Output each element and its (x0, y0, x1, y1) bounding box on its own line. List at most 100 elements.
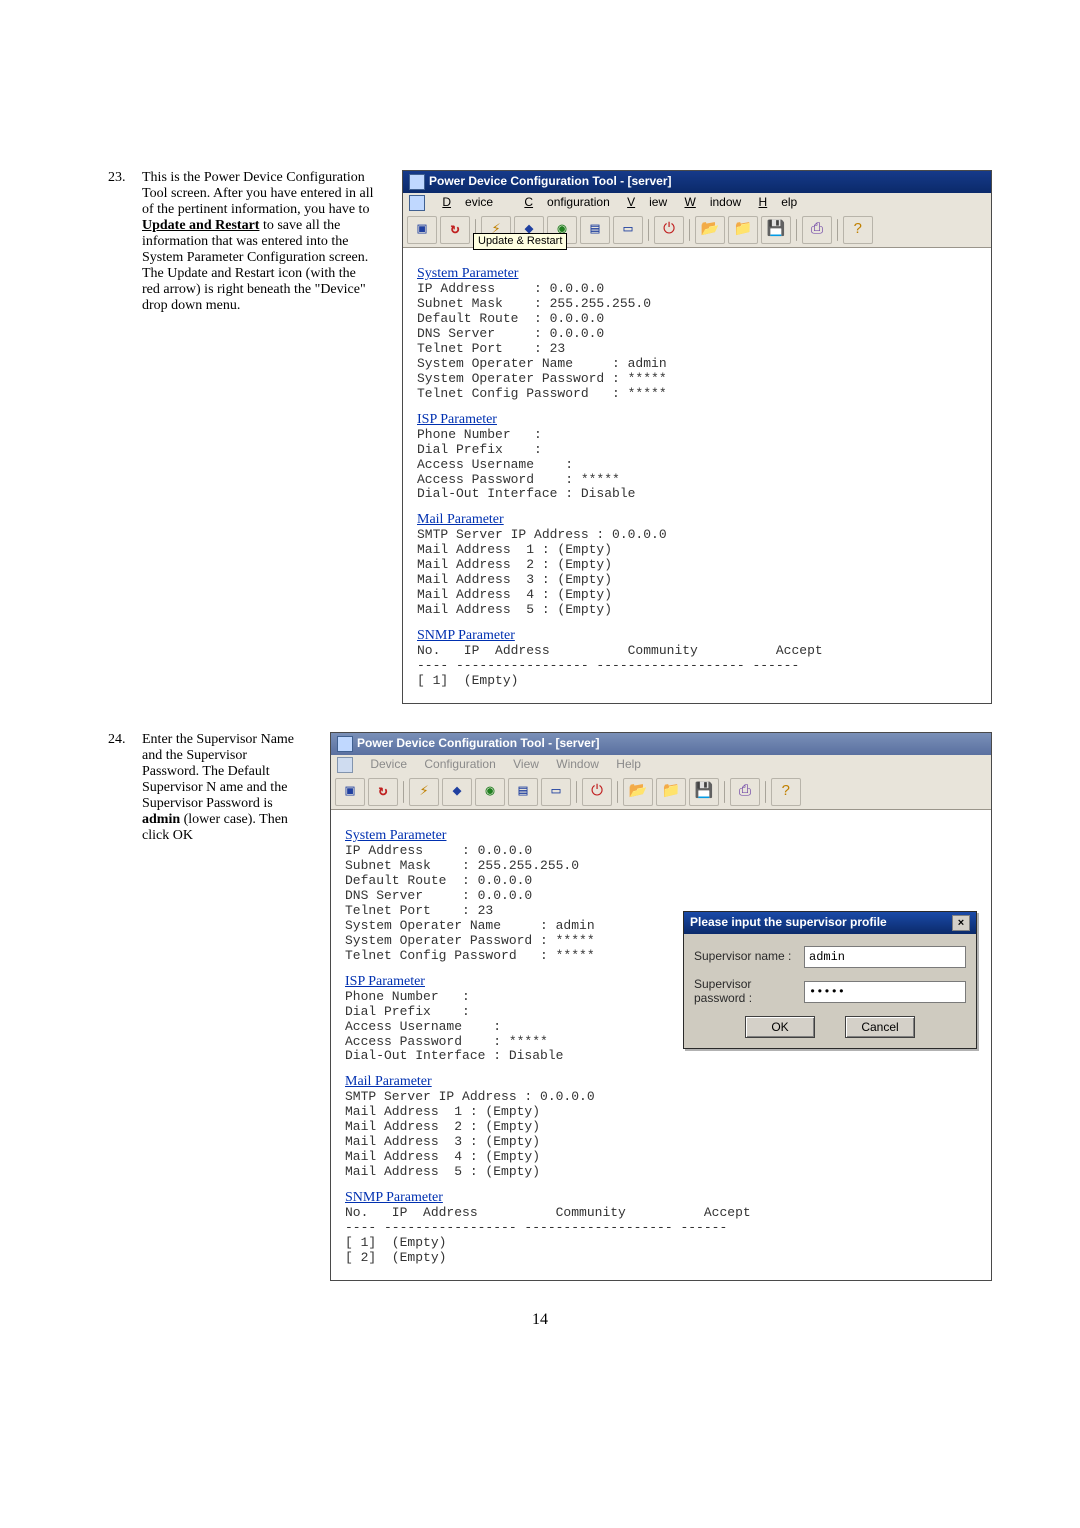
screen-icon: ▣ (345, 783, 354, 800)
diamond-icon: ◆ (452, 783, 461, 800)
mail-4-2: Mail Address 4 : (Empty) (345, 1150, 977, 1165)
doc-icon: ▤ (518, 783, 527, 800)
toolbar2-btn-2[interactable]: ↻ (368, 778, 398, 806)
supervisor-name-input[interactable] (804, 946, 966, 968)
toolbar-btn-print[interactable]: ⎙ (802, 216, 832, 244)
toolbar-btn-help[interactable]: ? (843, 216, 873, 244)
mail-smtp-2: SMTP Server IP Address : 0.0.0.0 (345, 1090, 977, 1105)
page-number: 14 (0, 1311, 1080, 1329)
monitor-icon: ▭ (623, 221, 632, 238)
snmp-cols: No. IP Address Community Accept (417, 644, 977, 659)
isp-user: Access Username : (417, 458, 977, 473)
toolbar2-btn-3[interactable]: ⚡ (409, 778, 439, 806)
dialog-close-button[interactable]: × (952, 915, 970, 931)
supervisor-dialog: Please input the supervisor profile × Su… (683, 911, 977, 1049)
system-ip: IP Address : 0.0.0.0 (417, 282, 977, 297)
system-dns: DNS Server : 0.0.0.0 (417, 327, 977, 342)
toolbar2-btn-help[interactable]: ? (771, 778, 801, 806)
window-titlebar: Power Device Configuration Tool - [serve… (403, 171, 991, 193)
isp-dialout-2: Dial-Out Interface : Disable (345, 1049, 977, 1064)
toolbar-btn-open[interactable]: 📂 (695, 216, 725, 244)
screen-icon: ▣ (417, 221, 426, 238)
content-area-1: System Parameter IP Address : 0.0.0.0 Su… (403, 248, 991, 703)
toolbar2-btn-open[interactable]: 📂 (623, 778, 653, 806)
toolbar2-btn-6[interactable]: ▤ (508, 778, 538, 806)
ok-button[interactable]: OK (745, 1016, 815, 1038)
save-icon: 💾 (695, 783, 714, 800)
menu-device[interactable]: Device (442, 195, 507, 209)
snmp-div-2: ---- ----------------- -----------------… (345, 1221, 977, 1236)
toolbar-separator-3 (689, 219, 690, 241)
globe-icon: ◉ (485, 783, 494, 800)
toolbar2-btn-1[interactable]: ▣ (335, 778, 365, 806)
menu-window[interactable]: Window (684, 195, 741, 209)
mail-parameter-header-2: Mail Parameter (345, 1074, 977, 1090)
screenshot-23-window: Power Device Configuration Tool - [serve… (402, 170, 992, 704)
toolbar-btn-7[interactable]: ▭ (613, 216, 643, 244)
toolbar-btn-6[interactable]: ▤ (580, 216, 610, 244)
toolbar-separator-2 (648, 219, 649, 241)
menu-window-2: Window (556, 757, 599, 771)
step24-text-before: Enter the Supervisor Name and the Superv… (142, 732, 294, 811)
mail-2: Mail Address 2 : (Empty) (417, 558, 977, 573)
toolbar-btn-save[interactable]: 💾 (761, 216, 791, 244)
snmp-parameter-header: SNMP Parameter (417, 628, 977, 644)
toolbar2-sep-4 (724, 781, 725, 803)
snmp-row-1-2: [ 1] (Empty) (345, 1236, 977, 1251)
toolbar2-sep-5 (765, 781, 766, 803)
system-dns-2: DNS Server : 0.0.0.0 (345, 889, 977, 904)
toolbar-btn-1[interactable]: ▣ (407, 216, 437, 244)
step23-text: This is the Power Device Configuration T… (142, 170, 374, 314)
lightning-icon: ⚡ (419, 783, 428, 800)
isp-prefix: Dial Prefix : (417, 443, 977, 458)
mail-3-2: Mail Address 3 : (Empty) (345, 1135, 977, 1150)
printer-icon: ⎙ (739, 783, 751, 800)
folder-open-icon: 📂 (629, 783, 648, 800)
toolbar-btn-close[interactable]: 📁 (728, 216, 758, 244)
dialog-body: Supervisor name : Supervisor password : … (684, 934, 976, 1048)
toolbar2-btn-5[interactable]: ◉ (475, 778, 505, 806)
mail-1-2: Mail Address 1 : (Empty) (345, 1105, 977, 1120)
supervisor-pass-input[interactable] (804, 981, 966, 1003)
update-restart-tooltip: Update & Restart (473, 233, 567, 250)
snmp-row-2-2: [ 2] (Empty) (345, 1251, 977, 1266)
supervisor-name-label: Supervisor name : (694, 950, 804, 964)
printer-icon: ⎙ (811, 221, 823, 238)
help-icon: ? (781, 783, 790, 800)
toolbar2-btn-save[interactable]: 💾 (689, 778, 719, 806)
toolbar-btn-update-restart[interactable]: ↻ (440, 216, 470, 244)
toolbar2-btn-close[interactable]: 📁 (656, 778, 686, 806)
system-telnet-port: Telnet Port : 23 (417, 342, 977, 357)
folder-icon: 📁 (734, 221, 753, 238)
system-operator-name: System Operater Name : admin (417, 357, 977, 372)
mail-smtp: SMTP Server IP Address : 0.0.0.0 (417, 528, 977, 543)
toolbar2-btn-7[interactable]: ▭ (541, 778, 571, 806)
system-subnet: Subnet Mask : 255.255.255.0 (417, 297, 977, 312)
snmp-row-1: [ 1] (Empty) (417, 674, 977, 689)
menu-device-2: Device (370, 757, 407, 771)
refresh-icon: ↻ (450, 221, 459, 238)
admin-bold: admin (142, 812, 180, 827)
toolbar2-sep-3 (617, 781, 618, 803)
window-title: Power Device Configuration Tool - [serve… (429, 175, 671, 189)
system-parameter-header: System Parameter (417, 266, 977, 282)
menu-view[interactable]: View (627, 195, 667, 209)
cancel-button[interactable]: Cancel (845, 1016, 915, 1038)
toolbar2-btn-print[interactable]: ⎙ (730, 778, 760, 806)
isp-dialout: Dial-Out Interface : Disable (417, 487, 977, 502)
system-telnet-pass: Telnet Config Password : ***** (417, 387, 977, 402)
folder-open-icon: 📂 (701, 221, 720, 238)
toolbar-btn-8[interactable]: ⏻ (654, 216, 684, 244)
system-operator-pass: System Operater Password : ***** (417, 372, 977, 387)
menu-configuration[interactable]: Configuration (524, 195, 609, 209)
toolbar2-btn-8[interactable]: ⏻ (582, 778, 612, 806)
update-restart-link: Update and Restart (142, 218, 259, 233)
screenshot-24-window: Power Device Configuration Tool - [serve… (330, 732, 992, 1281)
mail-5-2: Mail Address 5 : (Empty) (345, 1165, 977, 1180)
isp-phone: Phone Number : (417, 428, 977, 443)
mdi-icon-2 (337, 757, 353, 773)
toolbar2-sep-2 (576, 781, 577, 803)
power-icon: ⏻ (663, 221, 675, 238)
toolbar2-btn-4[interactable]: ◆ (442, 778, 472, 806)
menu-help[interactable]: Help (759, 195, 798, 209)
